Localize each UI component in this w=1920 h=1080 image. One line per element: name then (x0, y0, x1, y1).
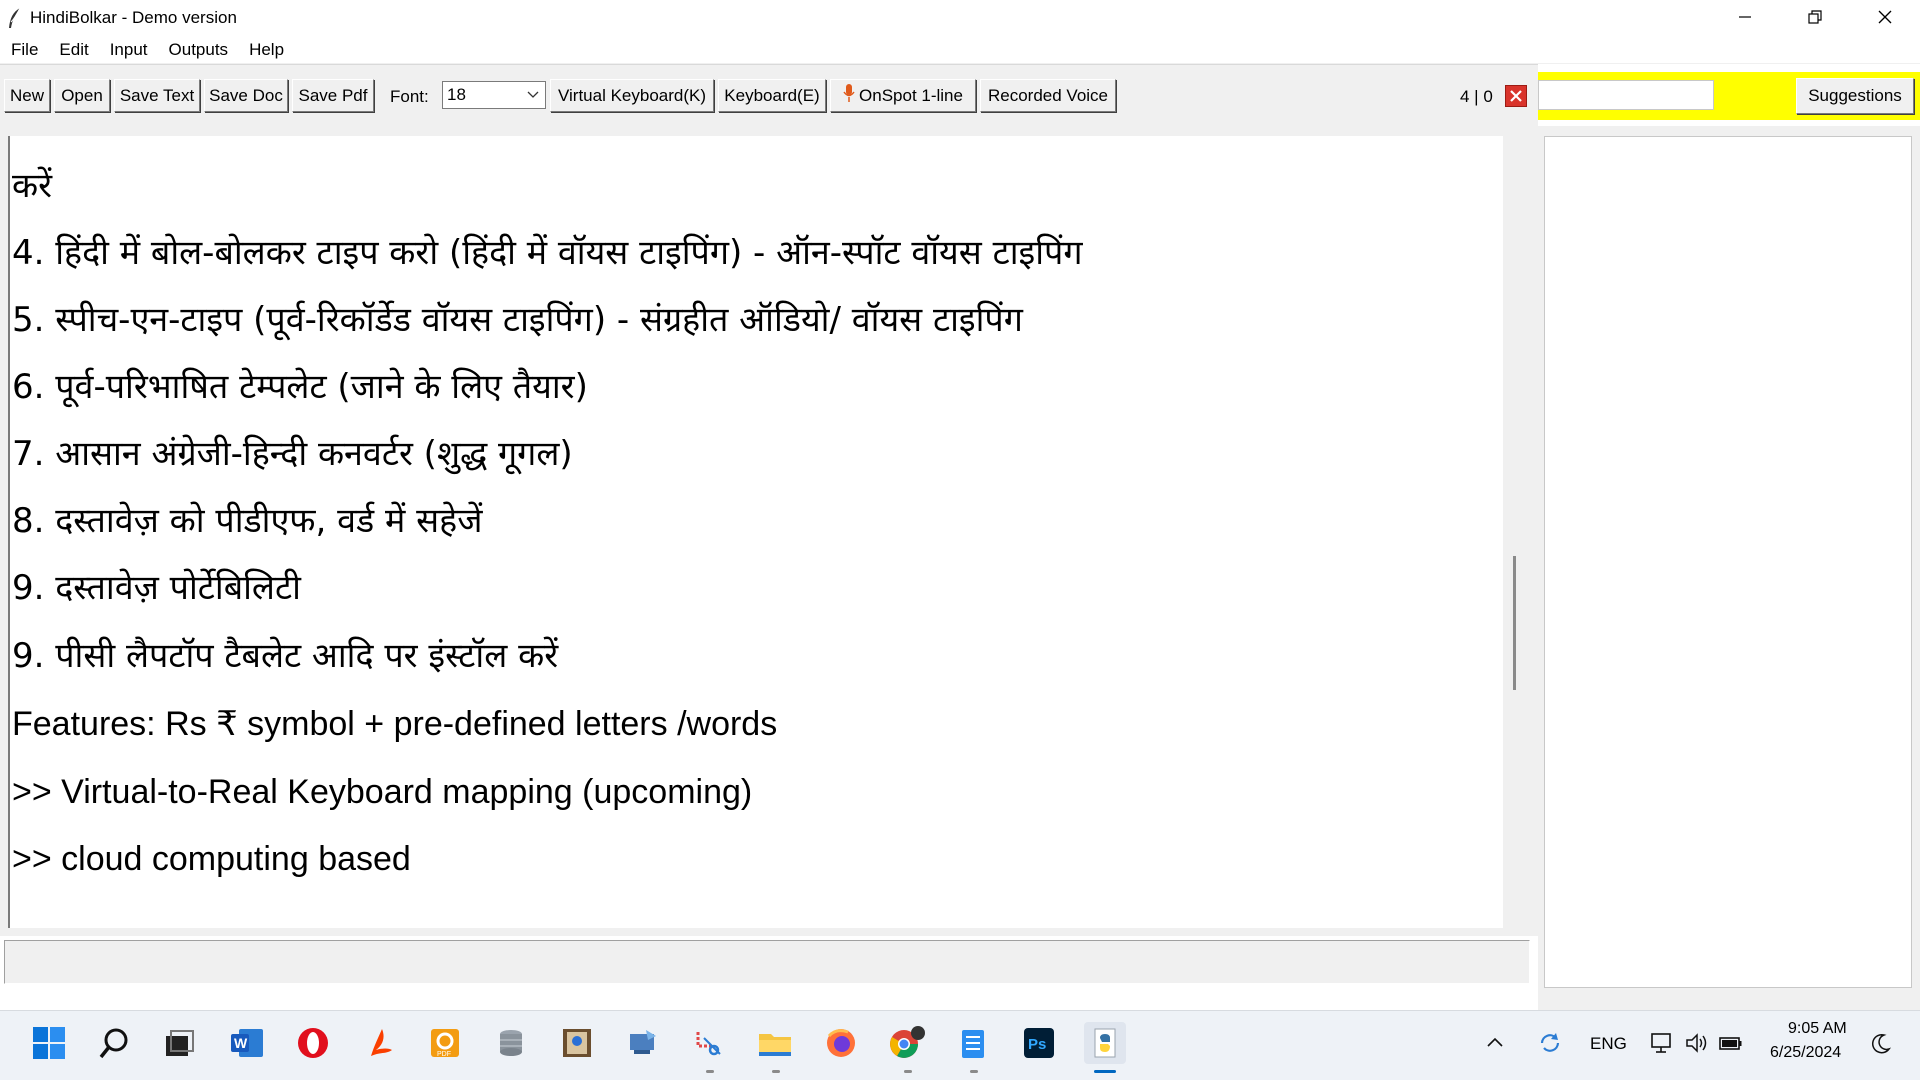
clock-date[interactable]: 6/25/2024 (1770, 1044, 1841, 1062)
virtual-keyboard-button[interactable]: Virtual Keyboard(K) (550, 79, 714, 112)
font-size-value: 18 (447, 85, 466, 104)
acrobat-icon[interactable] (358, 1022, 400, 1064)
notepad-icon[interactable] (952, 1022, 994, 1064)
network-icon[interactable] (1648, 1022, 1678, 1064)
menu-help[interactable]: Help (238, 40, 294, 60)
clipped-bottom-line: — — — — —— — —— — — — — (60, 912, 610, 928)
status-field[interactable] (4, 940, 1530, 984)
editor-line: 6. पूर्व-परिभाषित टेम्पलेट (जाने के लिए … (12, 367, 588, 407)
save-pdf-button[interactable]: Save Pdf (292, 79, 374, 112)
active-indicator (1094, 1070, 1116, 1073)
text-editor[interactable]: —— — — —— — — —— — — — — —— — — —— — — क… (8, 136, 1503, 928)
close-window-button[interactable] (1850, 0, 1920, 34)
new-button[interactable]: New (4, 79, 50, 112)
network-app-icon[interactable] (622, 1022, 664, 1064)
running-indicator (772, 1070, 780, 1073)
editor-line: 9. पीसी लैपटॉप टैबलेट आदि पर इंस्टॉल करे… (12, 636, 559, 676)
running-indicator (904, 1070, 912, 1073)
menu-outputs[interactable]: Outputs (158, 40, 239, 60)
editor-line: 4. हिंदी में बोल-बोलकर टाइप करो (हिंदी म… (12, 233, 1083, 273)
restore-button[interactable] (1780, 0, 1850, 34)
clipped-top-line: —— — — —— — — —— — — — — —— — — —— — — (160, 136, 1081, 150)
photoshop-icon[interactable]: Ps (1018, 1022, 1060, 1064)
pdf-tool-icon[interactable]: PDF (424, 1022, 466, 1064)
chrome-icon[interactable] (886, 1022, 928, 1064)
word-icon[interactable]: W (226, 1022, 268, 1064)
running-indicator (970, 1070, 978, 1073)
suggestions-button[interactable]: Suggestions (1796, 78, 1914, 114)
firefox-icon[interactable] (820, 1022, 862, 1064)
chevron-down-icon (525, 86, 541, 107)
keyboard-button[interactable]: Keyboard(E) (718, 79, 826, 112)
close-icon (1510, 90, 1522, 102)
font-size-select[interactable]: 18 (442, 81, 546, 109)
snipping-tool-icon[interactable] (688, 1022, 730, 1064)
editor-line: 7. आसान अंग्रेजी-हिन्दी कनवर्टर (शुद्ध ग… (12, 434, 573, 474)
open-button[interactable]: Open (54, 79, 110, 112)
editor-scrollbar-thumb[interactable] (1513, 556, 1516, 690)
opera-icon[interactable] (292, 1022, 334, 1064)
svg-text:Ps: Ps (1028, 1036, 1046, 1053)
toolbar: New Open Save Text Save Doc Save Pdf Fon… (0, 64, 1538, 126)
suggestions-list[interactable] (1544, 136, 1912, 988)
save-doc-button[interactable]: Save Doc (204, 79, 288, 112)
window-title: HindiBolkar - Demo version (30, 8, 237, 27)
menu-edit[interactable]: Edit (48, 40, 98, 60)
chevron-up-icon[interactable] (1480, 1022, 1510, 1064)
word-counter: 4 | 0 (1460, 87, 1493, 106)
python-app-icon[interactable] (1084, 1022, 1126, 1064)
minimize-button[interactable] (1710, 0, 1780, 34)
editor-line: Features: Rs ₹ symbol + pre-defined lett… (12, 705, 778, 743)
editor-line: करें (12, 166, 53, 206)
database-icon[interactable] (490, 1022, 532, 1064)
menu-file[interactable]: File (0, 40, 48, 60)
task-view-icon[interactable] (158, 1022, 200, 1064)
onspot-label: OnSpot 1-line (859, 85, 963, 105)
volume-icon[interactable] (1682, 1022, 1712, 1064)
editor-line: 9. दस्तावेज़ पोर्टेबिलिटी (12, 568, 301, 608)
svg-text:W: W (234, 1035, 248, 1051)
sync-icon[interactable] (1532, 1022, 1568, 1064)
focus-moon-icon[interactable] (1866, 1022, 1896, 1064)
language-indicator[interactable]: ENG (1590, 1034, 1627, 1054)
file-explorer-icon[interactable] (754, 1022, 796, 1064)
feather-app-icon (6, 7, 24, 29)
clear-close-button[interactable] (1505, 85, 1527, 107)
running-indicator (706, 1070, 714, 1073)
font-label: Font: (390, 87, 429, 106)
editor-line: >> Virtual-to-Real Keyboard mapping (upc… (12, 773, 753, 811)
search-icon[interactable] (94, 1022, 136, 1064)
battery-icon[interactable] (1716, 1022, 1746, 1064)
editor-line: 5. स्पीच-एन-टाइप (पूर्व-रिकॉर्डेड वॉयस ट… (12, 300, 1023, 340)
clock-time[interactable]: 9:05 AM (1788, 1020, 1847, 1038)
title-bar: HindiBolkar - Demo version (0, 0, 1920, 36)
menu-input[interactable]: Input (99, 40, 158, 60)
suggestions-input[interactable] (1538, 80, 1714, 110)
menu-bar: File Edit Input Outputs Help (0, 36, 1920, 64)
microphone-icon (843, 83, 855, 108)
recorded-voice-button[interactable]: Recorded Voice (980, 79, 1116, 112)
svg-text:PDF: PDF (437, 1051, 451, 1058)
editor-line: 8. दस्तावेज़ को पीडीएफ, वर्ड में सहेजें (12, 501, 483, 541)
editor-scrollbar[interactable] (1503, 136, 1533, 928)
onspot-button[interactable]: OnSpot 1-line (830, 79, 976, 112)
start-icon[interactable] (28, 1022, 70, 1064)
certificate-icon[interactable] (556, 1022, 598, 1064)
editor-line: >> cloud computing based (12, 840, 411, 878)
save-text-button[interactable]: Save Text (114, 79, 200, 112)
